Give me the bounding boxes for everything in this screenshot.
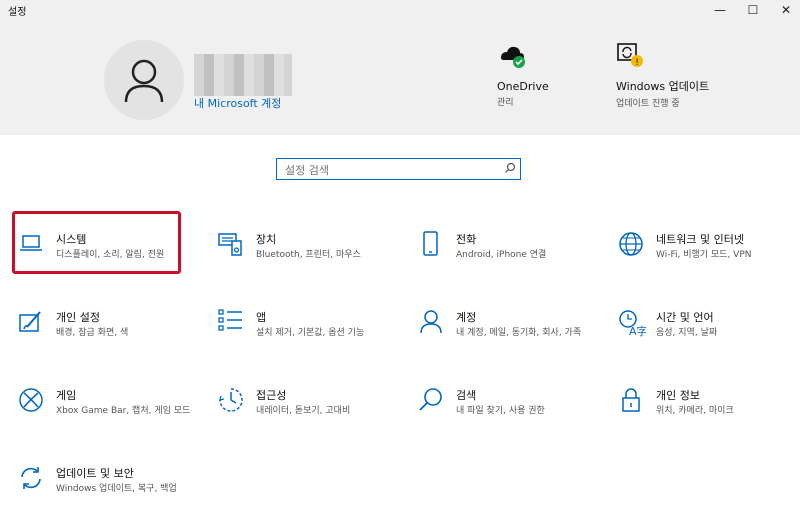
microsoft-account-link[interactable]: 내 Microsoft 계정 (194, 95, 281, 111)
close-button[interactable]: ✕ (766, 0, 800, 20)
tile-accessibility-sub: 내레이터, 돋보기, 고대비 (256, 406, 351, 416)
account-header: 내 Microsoft 계정 OneDrive 관리 ! Windows 업데이… (0, 20, 800, 135)
laptop-icon (20, 235, 42, 251)
tile-devices[interactable]: 장치 Bluetooth, 프린터, 마우스 (218, 231, 398, 291)
search-icon (419, 388, 442, 411)
tile-personalization[interactable]: 개인 설정 배경, 잠금 화면, 색 (18, 309, 198, 369)
search-magnifier-icon[interactable] (504, 162, 516, 174)
svg-text:!: ! (635, 58, 639, 68)
tile-privacy[interactable]: 개인 정보 위치, 카메라, 마이크 (618, 387, 798, 447)
tile-privacy-label: 개인 정보 (656, 389, 700, 402)
tile-gaming[interactable]: 게임 Xbox Game Bar, 캡처, 게임 모드 (18, 387, 198, 447)
tile-system[interactable]: 시스템 디스플레이, 소리, 알림, 전원 (18, 231, 198, 291)
person-icon (124, 59, 164, 103)
tile-accessibility[interactable]: 접근성 내레이터, 돋보기, 고대비 (218, 387, 398, 447)
onedrive-cloud-icon (501, 46, 525, 68)
tile-update-security-label: 업데이트 및 보안 (56, 467, 134, 480)
tile-time-language-sub: 음성, 지역, 날짜 (656, 328, 718, 338)
personalization-icon (19, 311, 41, 332)
window-title: 설정 (8, 7, 27, 18)
svg-text:A字: A字 (629, 324, 646, 337)
tile-network-sub: Wi-Fi, 비행기 모드, VPN (656, 250, 752, 260)
tile-network-label: 네트워크 및 인터넷 (656, 233, 744, 246)
account-icon (420, 310, 442, 334)
tile-privacy-sub: 위치, 카메라, 마이크 (656, 406, 734, 416)
tile-accounts-label: 계정 (456, 311, 477, 324)
tile-personalization-label: 개인 설정 (56, 311, 100, 324)
settings-search-box[interactable] (276, 158, 521, 181)
update-icon: ! (617, 43, 643, 68)
onedrive-sub: 관리 (497, 98, 514, 108)
tile-system-label: 시스템 (56, 233, 87, 246)
tile-time-language[interactable]: A字 시간 및 언어 음성, 지역, 날짜 (618, 309, 798, 369)
onedrive-label: OneDrive (497, 80, 549, 93)
tile-apps[interactable]: 앱 설치 제거, 기본값, 옵션 기능 (218, 309, 398, 369)
windows-update-label: Windows 업데이트 (616, 80, 710, 93)
tile-apps-sub: 설치 제거, 기본값, 옵션 기능 (256, 328, 365, 338)
tile-search[interactable]: 검색 내 파일 찾기, 사용 권한 (418, 387, 598, 447)
phone-icon (423, 231, 438, 256)
tile-time-language-label: 시간 및 언어 (656, 311, 714, 324)
tile-apps-label: 앱 (256, 311, 267, 324)
avatar[interactable] (104, 40, 184, 120)
tile-accessibility-label: 접근성 (256, 389, 287, 402)
tile-personalization-sub: 배경, 잠금 화면, 색 (56, 328, 129, 338)
sync-icon (21, 467, 41, 489)
accessibility-icon (219, 388, 243, 412)
account-name-redacted (194, 54, 292, 96)
tile-devices-sub: Bluetooth, 프린터, 마우스 (256, 250, 361, 260)
windows-update-quicklink[interactable]: ! Windows 업데이트 업데이트 진행 중 (616, 42, 716, 109)
tile-gaming-sub: Xbox Game Bar, 캡처, 게임 모드 (56, 406, 191, 416)
tile-phone[interactable]: 전화 Android, iPhone 연결 (418, 231, 598, 291)
time-language-icon: A字 (619, 310, 646, 337)
tile-accounts-sub: 내 계정, 메일, 동기화, 회사, 가족 (456, 328, 582, 338)
apps-icon (218, 309, 242, 331)
tile-phone-label: 전화 (456, 233, 477, 246)
tile-search-sub: 내 파일 찾기, 사용 권한 (456, 406, 545, 416)
tile-gaming-label: 게임 (56, 389, 77, 402)
tile-update-security[interactable]: 업데이트 및 보안 Windows 업데이트, 복구, 백업 (18, 465, 198, 525)
tile-accounts[interactable]: 계정 내 계정, 메일, 동기화, 회사, 가족 (418, 309, 598, 369)
xbox-icon (19, 388, 43, 412)
lock-icon (622, 388, 640, 412)
devices-icon (218, 233, 242, 256)
tile-search-label: 검색 (456, 389, 477, 402)
tile-phone-sub: Android, iPhone 연결 (456, 250, 547, 260)
tile-update-security-sub: Windows 업데이트, 복구, 백업 (56, 484, 177, 494)
onedrive-quicklink[interactable]: OneDrive 관리 (497, 42, 549, 108)
search-input[interactable] (283, 160, 507, 181)
tile-network[interactable]: 네트워크 및 인터넷 Wi-Fi, 비행기 모드, VPN (618, 231, 798, 291)
tile-system-sub: 디스플레이, 소리, 알림, 전원 (56, 250, 165, 260)
title-bar: 설정 — ☐ ✕ (0, 0, 800, 20)
tile-devices-label: 장치 (256, 233, 277, 246)
windows-update-sub: 업데이트 진행 중 (616, 99, 680, 109)
globe-icon (619, 232, 643, 256)
